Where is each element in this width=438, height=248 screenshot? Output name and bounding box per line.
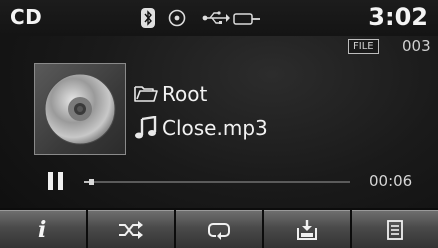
file-name: Close.mp3 — [162, 116, 268, 140]
progress-bar[interactable] — [84, 179, 350, 185]
folder-name: Root — [162, 82, 208, 106]
repeat-icon — [208, 223, 230, 240]
status-bar: CD 3:02 — [0, 0, 438, 36]
usb-icon — [202, 10, 230, 30]
pause-icon — [48, 172, 53, 190]
folder-icon — [134, 82, 158, 108]
aux-jack-icon — [233, 11, 261, 30]
softkey-bar: i — [0, 208, 438, 248]
cd-disc-icon — [44, 73, 116, 145]
info-icon: i — [38, 217, 47, 243]
shuffle-button[interactable] — [88, 210, 174, 248]
clock: 3:02 — [368, 3, 428, 31]
cd-player-screen: CD 3:02 FILE 003 Root Close.mp3 00:06 i — [0, 0, 438, 248]
source-mode-label: CD — [10, 5, 43, 29]
progress-knob[interactable] — [89, 179, 95, 185]
save-button[interactable] — [264, 210, 350, 248]
save-icon — [297, 220, 317, 240]
list-button[interactable] — [352, 210, 438, 248]
disc-icon — [168, 9, 186, 31]
music-note-icon — [134, 115, 158, 144]
elapsed-time: 00:06 — [369, 172, 413, 190]
file-badge: FILE — [348, 39, 379, 54]
album-art — [34, 63, 126, 155]
list-icon — [387, 220, 403, 240]
pause-button[interactable] — [48, 172, 66, 190]
repeat-button[interactable] — [176, 210, 262, 248]
info-button[interactable]: i — [0, 210, 86, 248]
shuffle-icon — [119, 221, 143, 239]
track-number: 003 — [402, 37, 431, 55]
bluetooth-icon — [141, 7, 155, 33]
